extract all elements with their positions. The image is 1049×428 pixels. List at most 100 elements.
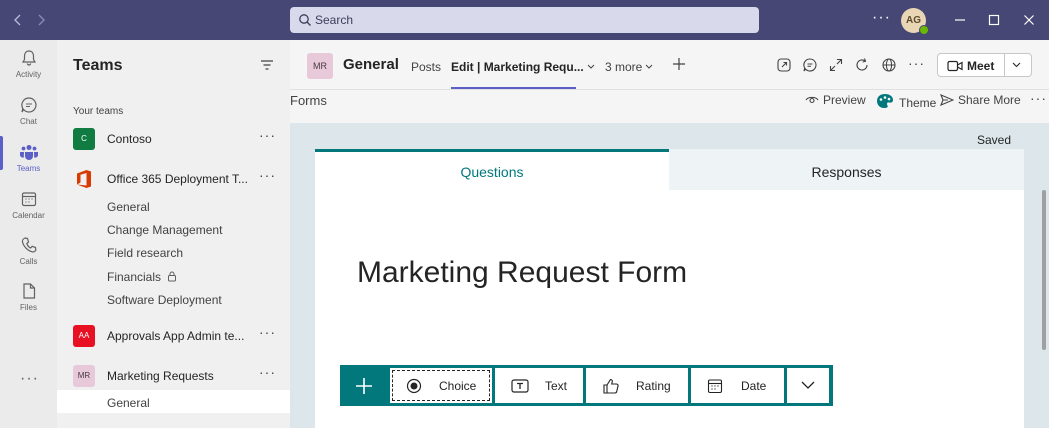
tab-posts[interactable]: Posts	[411, 60, 441, 74]
calendar-date-icon	[707, 379, 723, 394]
plus-icon	[356, 378, 372, 394]
meet-label: Meet	[967, 59, 995, 73]
team-item-contoso[interactable]: C Contoso ···	[57, 124, 290, 154]
add-tab-icon[interactable]	[672, 57, 686, 71]
rail-item-chat[interactable]: Chat	[0, 95, 57, 141]
tab-label: Responses	[811, 164, 882, 180]
add-rating-button[interactable]: Rating	[586, 368, 688, 403]
rail-item-files[interactable]: Files	[0, 281, 57, 327]
add-choice-button[interactable]: Choice	[390, 368, 492, 403]
team-item-marketing-requests[interactable]: MR Marketing Requests ···	[57, 361, 290, 391]
more-question-types-button[interactable]	[787, 368, 829, 403]
team-more-button[interactable]: ···	[259, 364, 276, 380]
add-text-button[interactable]: Text	[495, 368, 583, 403]
presence-available-icon	[919, 25, 929, 35]
office-logo-icon	[73, 168, 95, 190]
filter-icon[interactable]	[260, 59, 274, 71]
form-title[interactable]: Marketing Request Form	[357, 256, 687, 290]
team-avatar: AA	[73, 325, 95, 347]
calendar-icon	[21, 192, 36, 207]
tab-label: 3 more	[605, 60, 643, 74]
team-more-button[interactable]: ···	[259, 127, 276, 143]
form-tabs: Questions Responses	[315, 149, 1024, 190]
settings-more-button[interactable]: ···	[872, 9, 891, 27]
channel-item-financials[interactable]: Financials	[107, 270, 177, 284]
forms-canvas: Saved Questions Responses Marketing Requ…	[290, 123, 1049, 428]
add-date-button[interactable]: Date	[691, 368, 784, 403]
expand-icon[interactable]	[828, 57, 844, 73]
tab-label: Edit | Marketing Requ...	[451, 60, 584, 74]
scrollbar[interactable]	[1042, 190, 1046, 350]
rail-item-activity[interactable]: Activity	[0, 48, 57, 94]
section-label: Your teams	[73, 106, 124, 117]
refresh-icon[interactable]	[854, 57, 870, 73]
title-bar: Search ··· AG	[0, 0, 1049, 40]
team-name: Marketing Requests	[107, 369, 214, 383]
maximize-icon[interactable]	[986, 12, 1002, 28]
channel-label: General	[107, 396, 150, 410]
meet-button[interactable]: Meet	[937, 53, 1032, 77]
choice-label: Choice	[439, 379, 477, 393]
more-apps-button[interactable]: ···	[20, 370, 39, 388]
chevron-down-icon[interactable]	[1012, 62, 1021, 68]
date-label: Date	[741, 379, 767, 393]
rail-label: Activity	[15, 70, 42, 79]
channel-header: MR General Posts Edit | Marketing Requ..…	[290, 40, 1049, 90]
minimize-icon[interactable]	[952, 12, 968, 28]
tab-label: Questions	[460, 164, 524, 180]
forms-more-button[interactable]: ···	[1030, 90, 1047, 106]
phone-icon	[21, 237, 36, 253]
tab-questions[interactable]: Questions	[315, 149, 669, 190]
rail-item-calls[interactable]: Calls	[0, 235, 57, 281]
tab-more-tabs[interactable]: 3 more	[605, 60, 653, 74]
add-question-toolbar: Choice Text Rating Date	[340, 365, 833, 406]
user-initials: AG	[906, 15, 921, 26]
tab-responses[interactable]: Responses	[669, 149, 1024, 190]
share-more-button[interactable]: Share More	[940, 93, 1021, 107]
close-icon[interactable]	[1021, 12, 1037, 28]
rating-label: Rating	[636, 379, 671, 393]
more-options-button[interactable]: ···	[908, 55, 925, 71]
forms-command-bar: Forms Preview Theme Share More ···	[290, 90, 1049, 123]
add-new-button[interactable]	[340, 365, 388, 406]
panel-title: Teams	[73, 57, 123, 74]
channel-item-general-selected[interactable]: General	[57, 390, 290, 413]
team-name: Contoso	[107, 132, 152, 146]
conversation-icon[interactable]	[802, 57, 818, 73]
team-more-button[interactable]: ···	[259, 324, 276, 340]
rail-label: Calls	[19, 257, 38, 266]
radio-choice-icon	[406, 378, 422, 394]
rail-label: Chat	[20, 117, 37, 126]
globe-icon[interactable]	[881, 57, 897, 73]
forward-arrow-icon[interactable]	[32, 11, 50, 29]
text-box-icon	[511, 379, 529, 393]
app-rail: Activity Chat Teams Calendar Calls Files…	[0, 40, 57, 428]
teams-icon	[19, 145, 38, 160]
preview-button[interactable]: Preview	[805, 93, 866, 107]
channel-label: Financials	[107, 270, 162, 284]
tab-edit-marketing-request[interactable]: Edit | Marketing Requ...	[451, 60, 595, 74]
channel-item-change-management[interactable]: Change Management	[107, 223, 222, 237]
rail-label: Teams	[16, 164, 41, 173]
theme-button[interactable]: Theme	[875, 93, 936, 110]
theme-label: Theme	[899, 96, 937, 110]
channel-item-field-research[interactable]: Field research	[107, 246, 183, 260]
team-more-button[interactable]: ···	[259, 167, 276, 183]
thumbs-up-icon	[603, 378, 619, 394]
rail-item-calendar[interactable]: Calendar	[0, 189, 57, 235]
theme-palette-icon	[877, 94, 893, 108]
team-avatar: MR	[73, 365, 95, 387]
search-input[interactable]: Search	[290, 7, 759, 33]
rail-item-teams[interactable]: Teams	[0, 142, 57, 188]
popout-icon[interactable]	[776, 57, 792, 73]
team-name: Approvals App Admin te...	[107, 329, 245, 343]
back-arrow-icon[interactable]	[9, 11, 27, 29]
rail-label: Files	[20, 303, 37, 312]
team-item-office365[interactable]: Office 365 Deployment T... ···	[57, 164, 290, 194]
user-avatar[interactable]: AG	[901, 8, 929, 35]
search-placeholder: Search	[315, 13, 354, 27]
channel-item-general[interactable]: General	[107, 200, 150, 214]
channel-item-software-deployment[interactable]: Software Deployment	[107, 293, 222, 307]
team-item-approvals[interactable]: AA Approvals App Admin te... ···	[57, 321, 290, 351]
team-avatar: C	[73, 128, 95, 150]
